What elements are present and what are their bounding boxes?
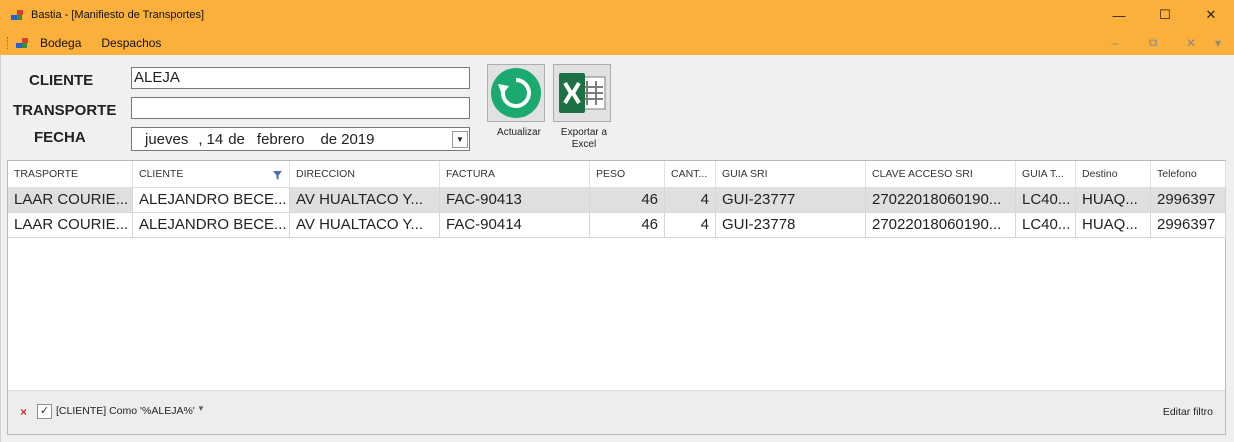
- fecha-de-2: de: [320, 130, 338, 148]
- maximize-button[interactable]: ☐: [1142, 0, 1188, 30]
- cell-factura[interactable]: FAC-90414: [440, 213, 590, 238]
- title-bar: Bastia - [Manifiesto de Transportes] — ☐…: [0, 0, 1234, 30]
- calendar-dropdown-icon[interactable]: ▼: [452, 131, 468, 148]
- table-row[interactable]: LAAR COURIE... ALEJANDRO BECE... AV HUAL…: [8, 188, 1226, 213]
- refresh-icon: [491, 68, 541, 118]
- transporte-label: TRANSPORTE: [13, 102, 117, 119]
- column-header-cliente-label: CLIENTE: [139, 168, 184, 180]
- cell-clave-acceso-sri[interactable]: 27022018060190...: [866, 213, 1016, 238]
- column-header-trasporte[interactable]: TRASPORTE: [8, 161, 133, 188]
- exportar-caption-line2: Excel: [571, 139, 597, 150]
- cell-guia-sri[interactable]: GUI-23777: [716, 188, 866, 213]
- fecha-comma: ,: [198, 130, 203, 148]
- exportar-caption-line1: Exportar a: [560, 127, 608, 138]
- column-header-direccion[interactable]: DIRECCION: [290, 161, 440, 188]
- cell-cliente[interactable]: ALEJANDRO BECE...: [133, 188, 290, 213]
- column-header-factura[interactable]: FACTURA: [440, 161, 590, 188]
- minimize-button[interactable]: —: [1096, 0, 1142, 30]
- mdi-restore-button[interactable]: ⧉: [1134, 35, 1172, 50]
- column-header-peso[interactable]: PESO: [590, 161, 665, 188]
- filter-enabled-checkbox[interactable]: ✓: [37, 404, 52, 419]
- cell-peso[interactable]: 46: [590, 213, 665, 238]
- cell-factura[interactable]: FAC-90413: [440, 188, 590, 213]
- cell-guia-transporte[interactable]: LC40...: [1016, 213, 1076, 238]
- menu-bar: Bodega Despachos – ⧉ ✕ ▾: [0, 30, 1234, 55]
- cell-cantidad[interactable]: 4: [665, 188, 716, 213]
- cell-destino[interactable]: HUAQ...: [1076, 213, 1151, 238]
- cell-direccion[interactable]: AV HUALTACO Y...: [290, 213, 440, 238]
- column-header-cliente[interactable]: CLIENTE: [133, 161, 290, 188]
- fecha-label: FECHA: [34, 129, 86, 146]
- filter-icon[interactable]: [273, 171, 282, 180]
- exportar-excel-button[interactable]: [553, 64, 611, 122]
- mdi-minimize-button[interactable]: –: [1096, 36, 1134, 50]
- cell-direccion[interactable]: AV HUALTACO Y...: [290, 188, 440, 213]
- grid-header-row: TRASPORTE CLIENTE DIRECCION FACTURA PESO…: [8, 161, 1226, 188]
- cell-destino[interactable]: HUAQ...: [1076, 188, 1151, 213]
- fecha-de-1: de: [228, 130, 245, 148]
- mdi-close-button[interactable]: ✕: [1172, 36, 1210, 50]
- fecha-year: 2019: [341, 130, 375, 148]
- mdi-overflow-arrow-icon[interactable]: ▾: [1210, 36, 1226, 50]
- cell-guia-sri[interactable]: GUI-23778: [716, 213, 866, 238]
- cell-cliente[interactable]: ALEJANDRO BECE...: [133, 213, 290, 238]
- mdi-child-icon[interactable]: [16, 37, 28, 49]
- table-row[interactable]: LAAR COURIE... ALEJANDRO BECE... AV HUAL…: [8, 213, 1226, 238]
- transporte-input[interactable]: [131, 97, 470, 119]
- menu-item-bodega[interactable]: Bodega: [30, 36, 91, 50]
- cell-clave-acceso-sri[interactable]: 27022018060190...: [866, 188, 1016, 213]
- excel-icon: [559, 73, 606, 113]
- filter-expression[interactable]: [CLIENTE] Como '%ALEJA%': [56, 405, 195, 417]
- cell-telefono[interactable]: 2996397: [1151, 188, 1226, 213]
- menu-grip-icon: [7, 36, 10, 49]
- actualizar-caption: Actualizar: [497, 127, 541, 138]
- menu-item-despachos[interactable]: Despachos: [91, 36, 171, 50]
- window-title: Bastia - [Manifiesto de Transportes]: [31, 9, 205, 21]
- filter-panel: × ✓ [CLIENTE] Como '%ALEJA%' ▼ Editar fi…: [8, 390, 1225, 434]
- actualizar-button[interactable]: [487, 64, 545, 122]
- filter-history-dropdown-icon[interactable]: ▼: [197, 404, 205, 413]
- app-icon: [11, 9, 23, 21]
- cell-guia-transporte[interactable]: LC40...: [1016, 188, 1076, 213]
- cell-telefono[interactable]: 2996397: [1151, 213, 1226, 238]
- cliente-input[interactable]: ALEJA: [131, 67, 470, 89]
- column-header-cantidad[interactable]: CANT...: [665, 161, 716, 188]
- column-header-guia-transporte[interactable]: GUIA T...: [1016, 161, 1076, 188]
- column-header-telefono[interactable]: Telefono: [1151, 161, 1226, 188]
- column-header-destino[interactable]: Destino: [1076, 161, 1151, 188]
- fecha-month: febrero: [256, 130, 305, 148]
- fecha-day: 14: [206, 130, 224, 148]
- clear-filter-icon[interactable]: ×: [20, 405, 27, 419]
- cell-trasporte[interactable]: LAAR COURIE...: [8, 188, 133, 213]
- cell-cantidad[interactable]: 4: [665, 213, 716, 238]
- cell-peso[interactable]: 46: [590, 188, 665, 213]
- column-header-guia-sri[interactable]: GUIA SRI: [716, 161, 866, 188]
- fecha-date-picker[interactable]: jueves , 14 de febrero de 2019 ▼: [131, 127, 470, 151]
- column-header-clave-acceso-sri[interactable]: CLAVE ACCESO SRI: [866, 161, 1016, 188]
- close-button[interactable]: ✕: [1188, 0, 1234, 30]
- fecha-day-name: jueves: [145, 130, 189, 148]
- cell-trasporte[interactable]: LAAR COURIE...: [8, 213, 133, 238]
- edit-filter-button[interactable]: Editar filtro: [1163, 406, 1213, 418]
- manifest-grid: TRASPORTE CLIENTE DIRECCION FACTURA PESO…: [7, 160, 1226, 435]
- cliente-label: CLIENTE: [29, 72, 94, 89]
